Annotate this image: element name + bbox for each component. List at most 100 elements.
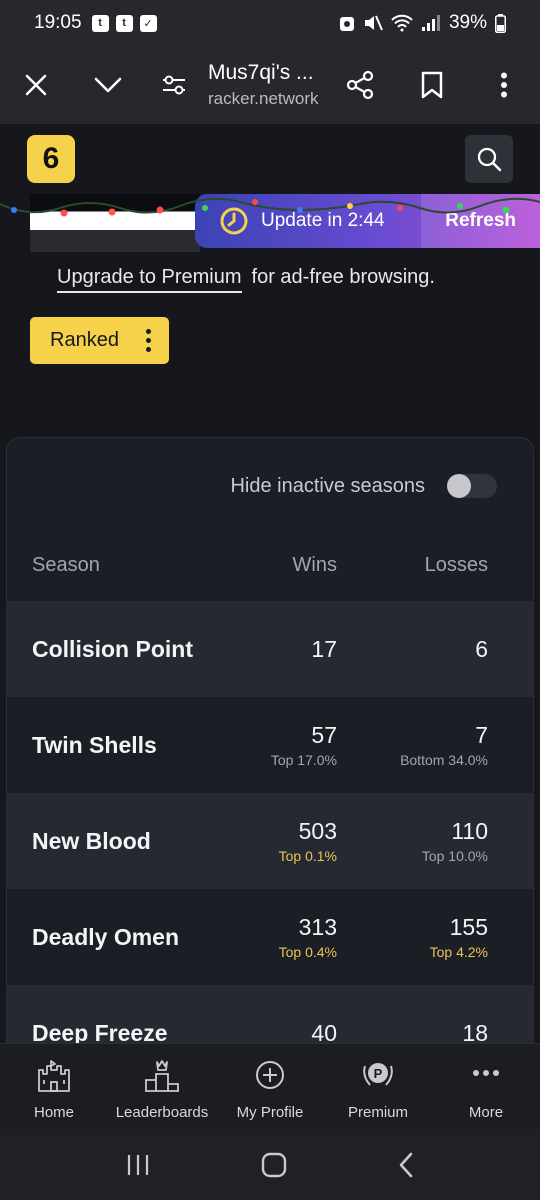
toggle-knob (447, 474, 471, 498)
wins-cell: 17 (311, 601, 337, 697)
share-button[interactable] (324, 46, 396, 124)
site-logo[interactable]: 6 (27, 135, 75, 183)
season-name: New Blood (32, 827, 151, 854)
nav-home[interactable]: Home (0, 1044, 108, 1129)
table-row[interactable]: Collision Point 17 6 (7, 601, 533, 697)
signal-icon (421, 15, 440, 31)
wins-value: 17 (311, 635, 337, 662)
twitch-icon: t (91, 14, 109, 32)
upgrade-text: for ad-free browsing. (251, 266, 435, 288)
hide-inactive-toggle[interactable] (447, 474, 497, 498)
column-header-season[interactable]: Season (32, 554, 100, 577)
recycle-icon (339, 17, 354, 31)
wins-cell: 313 Top 0.4% (279, 889, 337, 985)
nav-label: Premium (347, 1104, 408, 1121)
losses-cell: 6 (475, 601, 488, 697)
browser-menu-button[interactable] (468, 46, 540, 124)
wifi-icon (391, 14, 413, 32)
recent-apps-icon[interactable] (125, 1153, 151, 1177)
wins-value: 503 (298, 818, 337, 844)
season-name: Deadly Omen (32, 923, 179, 950)
bookmark-button[interactable] (396, 46, 468, 124)
losses-value: 7 (475, 722, 488, 748)
nav-label: My Profile (236, 1104, 304, 1121)
nav-label: Home (33, 1104, 74, 1121)
search-icon (477, 147, 502, 172)
search-button[interactable] (465, 135, 513, 183)
page-host: racker.network (208, 89, 319, 108)
url-block[interactable]: Mus7qi's ... racker.network (204, 61, 324, 109)
more-dots-icon (473, 1070, 499, 1076)
site-settings-button[interactable] (144, 46, 204, 124)
losses-rank: Top 4.2% (429, 944, 488, 960)
hide-inactive-label: Hide inactive seasons (230, 474, 425, 497)
season-name: Collision Point (32, 635, 193, 662)
status-time: 19:05 (34, 12, 82, 33)
nav-label: More (468, 1104, 504, 1121)
wins-rank: Top 0.4% (278, 944, 337, 960)
timer-icon (220, 207, 248, 235)
table-row[interactable]: New Blood 503 Top 0.1% 110 Top 10.0% (7, 793, 533, 889)
more-vert-icon (501, 72, 507, 98)
collapse-button[interactable] (72, 46, 144, 124)
losses-value: 155 (449, 914, 488, 940)
premium-badge-icon: P (363, 1063, 393, 1086)
wins-value: 313 (298, 914, 337, 940)
nav-premium[interactable]: P Premium (324, 1044, 432, 1129)
nav-label: Leaderboards (115, 1104, 209, 1121)
battery-icon (495, 13, 506, 33)
wins-cell: 503 Top 0.1% (279, 793, 337, 889)
table-row[interactable]: Deadly Omen 313 Top 0.4% 155 Top 4.2% (7, 889, 533, 985)
losses-value: 110 (451, 818, 488, 844)
refresh-button[interactable]: Refresh (421, 194, 540, 248)
season-name: Twin Shells (32, 731, 157, 758)
upgrade-premium-link[interactable]: Upgrade to Premium (57, 266, 242, 293)
wins-cell: 57 Top 17.0% (271, 697, 337, 793)
share-icon (346, 70, 374, 100)
losses-value: 6 (475, 635, 488, 662)
page-title: Mus7qi's ... (208, 61, 314, 84)
column-header-wins[interactable]: Wins (293, 554, 337, 577)
losses-cell: 155 Top 4.2% (430, 889, 488, 985)
table-header: Season Wins Losses (7, 554, 533, 594)
bookmark-icon (421, 71, 443, 99)
tune-icon (163, 75, 185, 95)
more-vert-icon (146, 329, 151, 352)
browser-toolbar: Mus7qi's ... racker.network (0, 46, 540, 124)
bottom-navigation: Home Leaderboards My Profile P Premium M… (0, 1043, 540, 1129)
close-icon (25, 74, 47, 96)
nav-my-profile[interactable]: My Profile (216, 1044, 324, 1129)
nav-more[interactable]: More (432, 1044, 540, 1129)
season-stats-card: Hide inactive seasons Season Wins Losses… (6, 437, 534, 1057)
losses-cell: 7 Bottom 34.0% (400, 697, 488, 793)
ranked-dropdown[interactable]: Ranked (30, 317, 169, 364)
update-bar: Update in 2:44 Refresh (195, 194, 540, 248)
status-right-group: 39% (339, 12, 506, 34)
status-bar: 19:05 t t ✓ 39% (0, 0, 540, 46)
back-icon[interactable] (397, 1151, 415, 1179)
nav-leaderboards[interactable]: Leaderboards (108, 1044, 216, 1129)
castle-icon (38, 1060, 70, 1092)
table-row[interactable]: Twin Shells 57 Top 17.0% 7 Bottom 34.0% (7, 697, 533, 793)
check-icon: ✓ (139, 14, 157, 32)
svg-text:P: P (374, 1066, 383, 1081)
losses-rank: Top 10.0% (421, 848, 488, 864)
losses-rank: Bottom 34.0% (400, 752, 488, 768)
ad-banner[interactable] (30, 194, 200, 252)
twitch-icon: t (115, 14, 133, 32)
wins-rank: Top 0.1% (278, 848, 337, 864)
battery-percent: 39% (448, 12, 487, 33)
update-countdown: Update in 2:44 (261, 210, 385, 231)
wins-value: 57 (311, 722, 337, 748)
podium-icon (145, 1060, 179, 1092)
site-header: 6 (0, 124, 540, 194)
hide-inactive-row: Hide inactive seasons (230, 474, 497, 498)
mute-icon (364, 15, 383, 31)
wins-rank: Top 17.0% (270, 752, 337, 768)
column-header-losses[interactable]: Losses (425, 554, 488, 577)
home-icon[interactable] (260, 1151, 288, 1179)
ranked-label: Ranked (50, 329, 119, 351)
chevron-down-icon (94, 77, 122, 93)
close-tab-button[interactable] (0, 46, 72, 124)
system-navigation-bar (0, 1129, 540, 1200)
